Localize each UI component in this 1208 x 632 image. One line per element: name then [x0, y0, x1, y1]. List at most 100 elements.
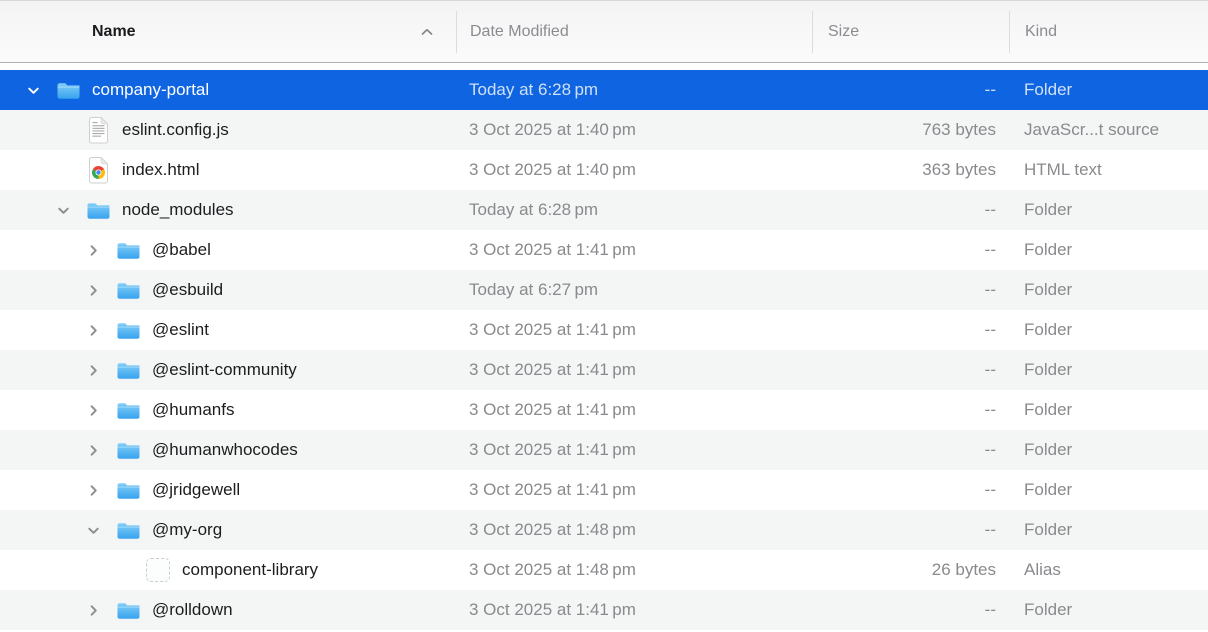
kind-value: Folder: [1009, 320, 1208, 340]
file-name-label: index.html: [122, 160, 199, 180]
file-row[interactable]: @esbuild Today at 6:27 pm -- Folder: [0, 270, 1208, 310]
size-value: --: [812, 400, 1009, 420]
kind-value: Folder: [1009, 200, 1208, 220]
file-name-label: @my-org: [152, 520, 222, 540]
file-name-label: @babel: [152, 240, 211, 260]
file-row[interactable]: company-portal Today at 6:28 pm -- Folde…: [0, 70, 1208, 110]
alias-placeholder-icon: [146, 558, 170, 582]
disclosure-chevron-icon: [114, 550, 132, 590]
file-row[interactable]: index.html 3 Oct 2025 at 1:40 pm 363 byt…: [0, 150, 1208, 190]
indent-spacer: [0, 290, 84, 291]
size-value: --: [812, 240, 1009, 260]
name-cell: @jridgewell: [0, 470, 456, 510]
name-cell: @humanfs: [0, 390, 456, 430]
blue-folder-icon: [55, 70, 81, 110]
name-cell: @esbuild: [0, 270, 456, 310]
name-cell: index.html: [0, 150, 456, 190]
disclosure-chevron-right-icon[interactable]: [84, 590, 102, 630]
kind-value: Folder: [1009, 240, 1208, 260]
file-row[interactable]: @my-org 3 Oct 2025 at 1:48 pm -- Folder: [0, 510, 1208, 550]
column-header-kind[interactable]: Kind: [1010, 1, 1208, 62]
kind-value: Folder: [1009, 480, 1208, 500]
disclosure-chevron-right-icon[interactable]: [84, 390, 102, 430]
size-value: 26 bytes: [812, 560, 1009, 580]
file-name-label: node_modules: [122, 200, 234, 220]
file-row[interactable]: @babel 3 Oct 2025 at 1:41 pm -- Folder: [0, 230, 1208, 270]
size-value: --: [812, 520, 1009, 540]
blue-folder-icon: [115, 350, 141, 390]
disclosure-chevron-icon: [54, 150, 72, 190]
file-name-label: company-portal: [92, 80, 209, 100]
name-cell: @my-org: [0, 510, 456, 550]
column-header-date-modified-label: Date Modified: [470, 23, 569, 41]
kind-value: Folder: [1009, 280, 1208, 300]
name-cell: @babel: [0, 230, 456, 270]
blue-folder-icon: [115, 470, 141, 510]
size-value: --: [812, 280, 1009, 300]
indent-spacer: [0, 370, 84, 371]
size-value: 363 bytes: [812, 160, 1009, 180]
date-modified-value: 3 Oct 2025 at 1:40 pm: [456, 120, 812, 140]
indent-spacer: [0, 410, 84, 411]
disclosure-chevron-down-icon[interactable]: [84, 510, 102, 550]
date-modified-value: 3 Oct 2025 at 1:48 pm: [456, 560, 812, 580]
kind-value: Folder: [1009, 360, 1208, 380]
file-row[interactable]: @rolldown 3 Oct 2025 at 1:41 pm -- Folde…: [0, 590, 1208, 630]
disclosure-chevron-right-icon[interactable]: [84, 430, 102, 470]
kind-value: Folder: [1009, 440, 1208, 460]
file-name-label: component-library: [182, 560, 318, 580]
indent-spacer: [0, 490, 84, 491]
kind-value: JavaScr...t source: [1009, 120, 1208, 140]
blue-folder-icon: [115, 510, 141, 550]
name-cell: eslint.config.js: [0, 110, 456, 150]
date-modified-value: 3 Oct 2025 at 1:41 pm: [456, 360, 812, 380]
file-name-label: @esbuild: [152, 280, 223, 300]
column-header-size[interactable]: Size: [813, 1, 1009, 62]
disclosure-chevron-right-icon[interactable]: [84, 350, 102, 390]
indent-spacer: [0, 610, 84, 611]
disclosure-chevron-right-icon[interactable]: [84, 470, 102, 510]
file-name-label: @eslint: [152, 320, 209, 340]
name-cell: node_modules: [0, 190, 456, 230]
size-value: --: [812, 80, 1009, 100]
file-row[interactable]: @humanwhocodes 3 Oct 2025 at 1:41 pm -- …: [0, 430, 1208, 470]
finder-list-view: Name Date Modified Size Kind company-por…: [0, 0, 1208, 632]
size-value: --: [812, 360, 1009, 380]
indent-spacer: [0, 450, 84, 451]
disclosure-chevron-down-icon[interactable]: [54, 190, 72, 230]
blue-folder-icon: [115, 270, 141, 310]
file-row[interactable]: @humanfs 3 Oct 2025 at 1:41 pm -- Folder: [0, 390, 1208, 430]
size-value: --: [812, 200, 1009, 220]
kind-value: Alias: [1009, 560, 1208, 580]
file-row[interactable]: @jridgewell 3 Oct 2025 at 1:41 pm -- Fol…: [0, 470, 1208, 510]
file-row[interactable]: component-library 3 Oct 2025 at 1:48 pm …: [0, 550, 1208, 590]
disclosure-chevron-down-icon[interactable]: [24, 70, 42, 110]
disclosure-chevron-right-icon[interactable]: [84, 270, 102, 310]
disclosure-chevron-right-icon[interactable]: [84, 230, 102, 270]
column-header-kind-label: Kind: [1025, 23, 1057, 41]
text-document-icon: [85, 110, 111, 150]
file-row[interactable]: eslint.config.js 3 Oct 2025 at 1:40 pm 7…: [0, 110, 1208, 150]
kind-value: Folder: [1009, 520, 1208, 540]
date-modified-value: 3 Oct 2025 at 1:41 pm: [456, 440, 812, 460]
date-modified-value: 3 Oct 2025 at 1:41 pm: [456, 480, 812, 500]
kind-value: Folder: [1009, 80, 1208, 100]
file-row[interactable]: node_modules Today at 6:28 pm -- Folder: [0, 190, 1208, 230]
date-modified-value: Today at 6:28 pm: [456, 200, 812, 220]
file-name-label: eslint.config.js: [122, 120, 229, 140]
date-modified-value: Today at 6:27 pm: [456, 280, 812, 300]
blue-folder-icon: [115, 390, 141, 430]
indent-spacer: [0, 130, 54, 131]
file-list: company-portal Today at 6:28 pm -- Folde…: [0, 63, 1208, 630]
disclosure-chevron-right-icon[interactable]: [84, 310, 102, 350]
date-modified-value: Today at 6:28 pm: [456, 80, 812, 100]
size-value: --: [812, 320, 1009, 340]
file-row[interactable]: @eslint 3 Oct 2025 at 1:41 pm -- Folder: [0, 310, 1208, 350]
file-row[interactable]: @eslint-community 3 Oct 2025 at 1:41 pm …: [0, 350, 1208, 390]
column-header-date-modified[interactable]: Date Modified: [457, 1, 812, 62]
blue-folder-icon: [115, 310, 141, 350]
blue-folder-icon: [115, 230, 141, 270]
column-header-name[interactable]: Name: [0, 1, 456, 62]
file-name-label: @humanwhocodes: [152, 440, 298, 460]
name-cell: @humanwhocodes: [0, 430, 456, 470]
